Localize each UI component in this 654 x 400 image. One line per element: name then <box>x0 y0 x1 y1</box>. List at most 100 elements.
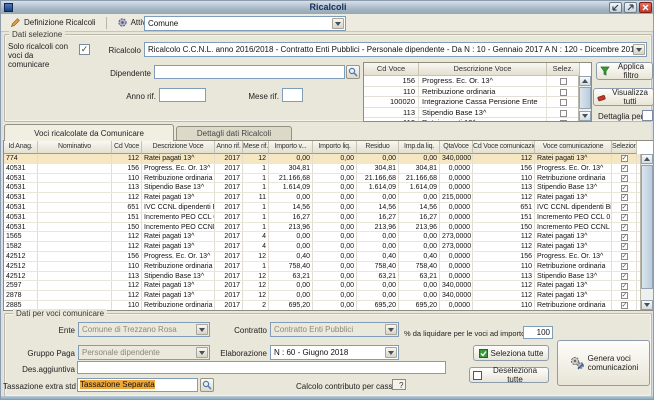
column-header[interactable]: Voce comunicazione <box>535 141 612 154</box>
seleziona-tutte-button[interactable]: Seleziona tutte <box>473 345 549 361</box>
row-select-checkbox[interactable]: ✓ <box>620 164 628 172</box>
column-header[interactable]: QtaVoce <box>440 141 473 154</box>
column-header[interactable]: Anno rif. <box>215 141 243 154</box>
search-icon[interactable] <box>200 378 214 392</box>
table-row[interactable]: 1565 112 Ratei pagati 13^ 2017 4 0,00 0,00 0,00… <box>4 232 653 243</box>
column-header[interactable]: Descrizione Voce <box>142 141 215 154</box>
tab-voci-ricalcolate[interactable]: Voci ricalcolate da Comunicare <box>4 124 174 141</box>
column-header[interactable]: Residuo <box>357 141 399 154</box>
table-row[interactable]: 42512 110 Retribuzione ordinaria 2017 1 758,4… <box>4 261 653 272</box>
chevron-down-icon[interactable] <box>332 18 344 29</box>
column-header[interactable]: Importo v... <box>269 141 313 154</box>
voce-select-checkbox[interactable] <box>559 78 567 86</box>
voci-filter-row[interactable]: 110 Retribuzione ordinaria <box>364 86 591 97</box>
row-select-checkbox[interactable]: ✓ <box>620 302 628 310</box>
calcolo-contributo-help-checkbox[interactable]: ? <box>392 379 406 390</box>
scroll-down-icon[interactable] <box>641 300 653 310</box>
column-header[interactable]: Nominativo <box>38 141 112 154</box>
voci-filter-row[interactable]: 112Ratei pagati 13^ <box>364 118 591 121</box>
visualizza-tutti-button[interactable]: Visualizza tutti <box>593 88 653 106</box>
column-header[interactable]: Mese rif. <box>243 141 269 154</box>
dettaglia-per-checkbox[interactable] <box>642 110 653 121</box>
chevron-down-icon[interactable] <box>385 347 397 358</box>
row-select-checkbox[interactable]: ✓ <box>620 262 628 270</box>
table-row[interactable]: 42512 156 Progress. Ec. Or. 13^ 2017 12 0,40 0… <box>4 251 653 262</box>
column-header[interactable]: Id Anag. <box>4 141 38 154</box>
row-select-checkbox[interactable]: ✓ <box>620 243 628 251</box>
scrollbar-thumb[interactable] <box>579 87 591 109</box>
dipendente-input[interactable] <box>154 65 345 79</box>
chevron-down-icon[interactable] <box>633 44 645 55</box>
row-select-checkbox[interactable]: ✓ <box>620 272 628 280</box>
scroll-up-icon[interactable] <box>641 154 653 164</box>
table-cell: Ratei pagati 13^ <box>535 232 612 242</box>
row-select-checkbox[interactable]: ✓ <box>620 174 628 182</box>
tab-dettagli-ricalcoli[interactable]: Dettagli dati Ricalcoli <box>176 126 292 140</box>
table-row[interactable]: 40531 110 Retribuzione ordinaria 2017 1 21.16… <box>4 173 653 184</box>
column-header[interactable]: Cd Voce comunicazione <box>473 141 535 154</box>
comune-combobox[interactable]: Comune <box>144 16 346 31</box>
row-select-checkbox[interactable]: ✓ <box>620 282 628 290</box>
des-aggiuntiva-input[interactable] <box>77 361 446 374</box>
row-select-checkbox[interactable]: ✓ <box>620 204 628 212</box>
table-row[interactable]: 2597 112 Ratei pagati 13^ 2017 12 0,00 0,00 0,0… <box>4 281 653 292</box>
row-select-checkbox[interactable]: ✓ <box>620 223 628 231</box>
table-row[interactable]: 42512 113 Stipendio Base 13^ 2017 12 63,21 0,0… <box>4 271 653 282</box>
column-header[interactable]: Descrizione Voce <box>419 63 547 76</box>
close-icon[interactable] <box>639 2 652 13</box>
search-icon[interactable] <box>346 65 360 79</box>
column-header[interactable]: Seleziona <box>612 141 637 154</box>
voci-filter-row[interactable]: 156 Progress. Ec. Or. 13^ <box>364 76 591 87</box>
mese-rif-input[interactable] <box>282 88 303 102</box>
row-select-checkbox[interactable]: ✓ <box>620 253 628 261</box>
maximize-icon[interactable] <box>624 2 637 13</box>
scrollbar-thumb[interactable] <box>641 165 653 289</box>
elaborazione-combobox[interactable]: N : 60 - Giugno 2018 <box>270 345 399 360</box>
voce-select-checkbox[interactable] <box>559 109 567 117</box>
main-table-scrollbar[interactable] <box>640 154 653 310</box>
voci-filter-scrollbar[interactable] <box>578 76 591 121</box>
row-select-checkbox[interactable]: ✓ <box>620 194 628 202</box>
table-cell: ✓ <box>612 173 637 183</box>
genera-voci-button[interactable]: Genera voci comunicazioni <box>557 340 650 386</box>
row-select-checkbox[interactable]: ✓ <box>620 292 628 300</box>
table-cell: 2017 <box>215 173 243 183</box>
tassazione-input[interactable]: Tassazione Separata <box>77 378 198 392</box>
row-select-checkbox[interactable]: ✓ <box>620 155 628 163</box>
column-header[interactable]: Selez. <box>547 63 580 76</box>
row-select-checkbox[interactable]: ✓ <box>620 213 628 221</box>
gruppo-paga-combobox[interactable]: Personale dipendente <box>78 345 210 360</box>
applica-filtro-button[interactable]: Applica filtro <box>596 62 653 80</box>
voci-filter-row[interactable]: 100020 Integrazione Cassa Pensione Ente <box>364 97 591 108</box>
voce-select-checkbox[interactable] <box>559 120 567 121</box>
table-row[interactable]: 40531 151 Incremento PEO CCL 0 2017 1 16,27 0,… <box>4 212 653 223</box>
row-select-checkbox[interactable]: ✓ <box>620 184 628 192</box>
contratto-combobox[interactable]: Contratto Enti Pubblici <box>270 322 399 337</box>
voce-select-checkbox[interactable] <box>559 88 567 96</box>
ricalcolo-combobox[interactable]: Ricalcolo C.C.N.L. anno 2016/2018 - Cont… <box>144 42 647 57</box>
column-header[interactable]: Importo liq. <box>313 141 357 154</box>
table-row[interactable]: 40531 651 IVC CCNL dipendenti Bi 2017 1 14,56… <box>4 202 653 213</box>
deseleziona-tutte-button[interactable]: Deseleziona tutte <box>469 366 549 384</box>
column-header[interactable]: Imp.da liq. <box>399 141 440 154</box>
table-row[interactable]: 2878 112 Ratei pagati 13^ 2017 12 0,00 0,00 0,0… <box>4 291 653 301</box>
table-row[interactable]: 40531 156 Progress. Ec. Or. 13^ 2017 1 304,81… <box>4 163 653 174</box>
scroll-down-icon[interactable] <box>579 111 591 121</box>
ente-combobox[interactable]: Comune di Trezzano Rosa <box>78 322 210 337</box>
voce-select-checkbox[interactable] <box>559 99 567 107</box>
row-select-checkbox[interactable]: ✓ <box>620 233 628 241</box>
table-row[interactable]: 40531 112 Ratei pagati 13^ 2017 11 0,00 0,00 0,… <box>4 193 653 203</box>
anno-rif-input[interactable] <box>159 88 206 102</box>
definizione-ricalcoli-button[interactable]: Definizione Ricalcoli <box>5 15 101 30</box>
scroll-up-icon[interactable] <box>579 76 591 86</box>
solo-ricalcoli-checkbox[interactable]: ✓ <box>79 44 90 55</box>
restore-down-icon[interactable] <box>609 2 622 13</box>
column-header[interactable]: Cd Voce <box>364 63 419 76</box>
table-row[interactable]: 40531 113 Stipendio Base 13^ 2017 1 1.614,09 0… <box>4 183 653 194</box>
voci-filter-row[interactable]: 113 Stipendio Base 13^ <box>364 107 591 118</box>
table-row[interactable]: 40531 150 Incremento PEO CCNL 2017 1 213,96 0,… <box>4 222 653 233</box>
table-row[interactable]: 1582 112 Ratei pagati 13^ 2017 4 0,00 0,00 0,00… <box>4 242 653 252</box>
column-header[interactable]: Cd Voce <box>112 141 142 154</box>
perc-liquidare-input[interactable] <box>523 326 553 339</box>
table-row[interactable]: 774 112 Ratei pagati 13^ 2017 12 0,00 0,00 0,00… <box>4 154 653 164</box>
